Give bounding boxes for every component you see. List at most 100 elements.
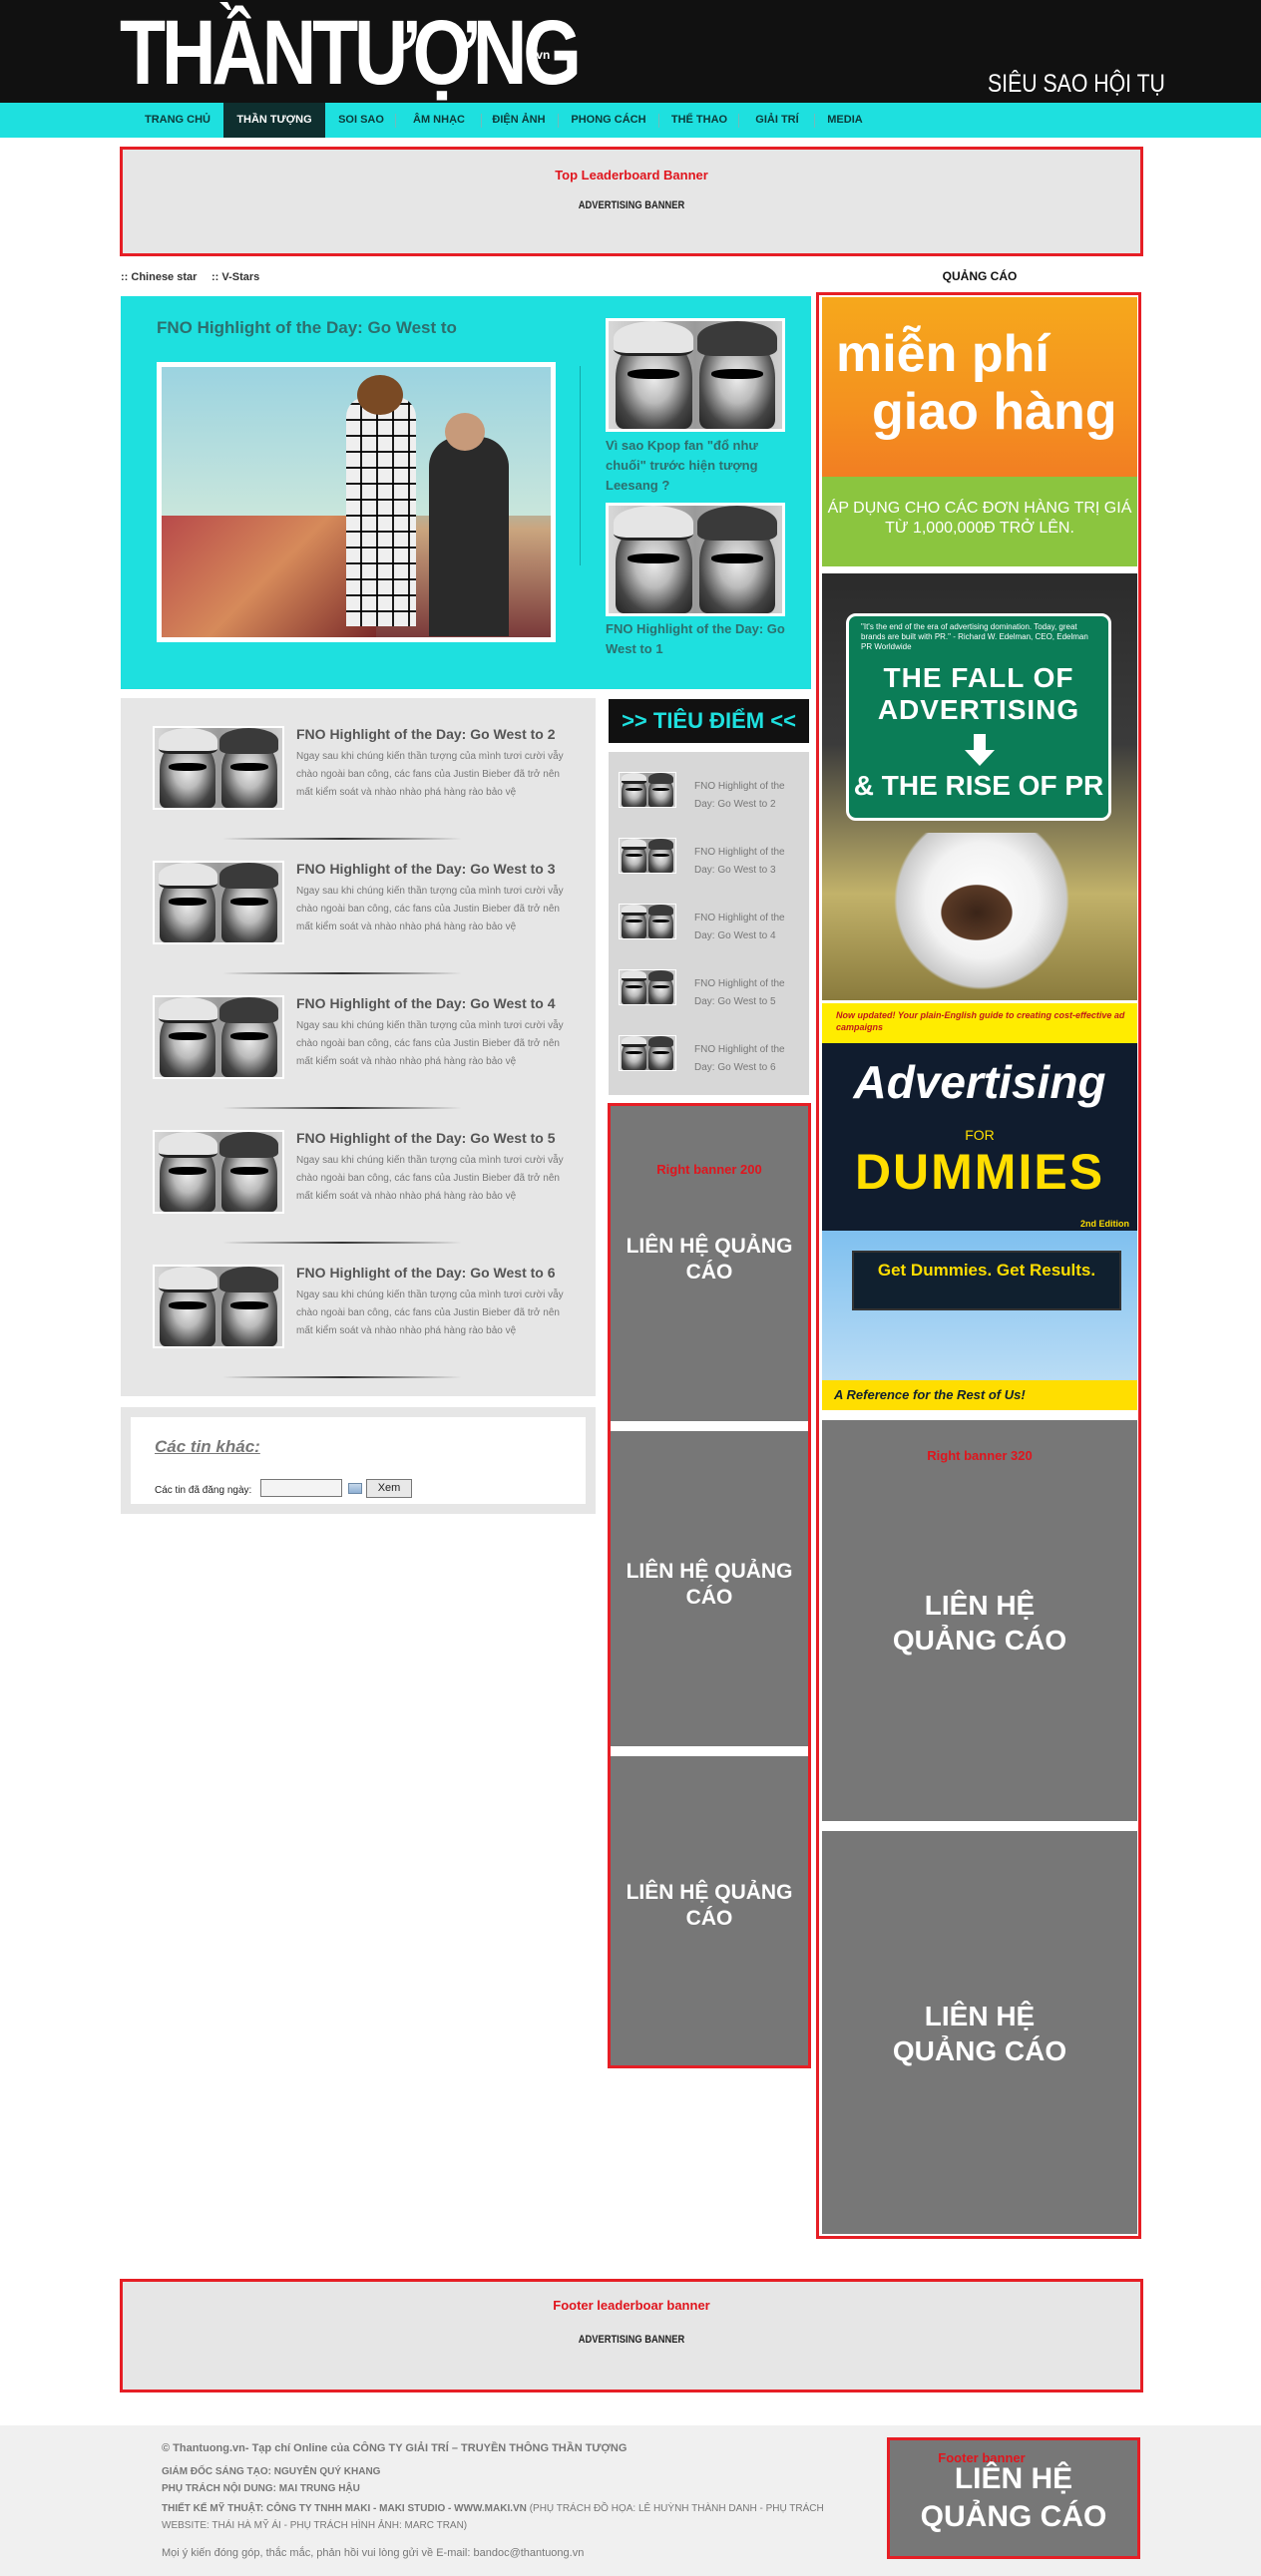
tieu-diem-title[interactable]: FNO Highlight of the Day: Go West to 5 <box>694 975 804 1011</box>
other-news-box: Các tin khác: Các tin đã đăng ngày: Xem <box>121 1407 596 1514</box>
breadcrumb-v-stars[interactable]: :: V-Stars <box>211 271 259 283</box>
list-item: FNO Highlight of the Day: Go West to 4 N… <box>153 995 572 1123</box>
breadcrumb-chinese-star[interactable]: :: Chinese star <box>121 271 197 283</box>
footer-copyright: © Thantuong.vn- Tạp chí Online của CÔNG … <box>162 2442 628 2454</box>
list-item[interactable]: FNO Highlight of the Day: Go West to 4 <box>619 896 808 945</box>
free-shipping-subad[interactable]: ÁP DỤNG CHO CÁC ĐƠN HÀNG TRỊ GIÁ TỪ 1,00… <box>822 477 1137 566</box>
news-thumbnail[interactable] <box>153 861 284 944</box>
news-summary: Ngay sau khi chúng kiến thần tượng của m… <box>296 751 564 798</box>
tieu-diem-list: FNO Highlight of the Day: Go West to 2 F… <box>609 752 809 1095</box>
side-story-thumbnail[interactable] <box>606 503 785 616</box>
tieu-diem-heading: >> TIÊU ĐIỂM << <box>609 699 809 743</box>
date-input[interactable] <box>260 1479 342 1497</box>
free-shipping-headline: miễn phí giao hàng <box>836 325 1117 441</box>
side-story-title[interactable]: Vì sao Kpop fan "đổ như chuối" trước hiệ… <box>606 436 795 496</box>
news-summary: Ngay sau khi chúng kiến thần tượng của m… <box>296 1155 564 1202</box>
site-header: THẦNTƯỢNG .vn SIÊU SAO HỘI TỤ <box>0 0 1261 103</box>
news-title[interactable]: FNO Highlight of the Day: Go West to 5 <box>296 1130 586 1146</box>
footer-leaderboard-banner[interactable]: Footer leaderboar banner ADVERTISING BAN… <box>120 2279 1143 2392</box>
footer-ad-slot[interactable]: Footer banner LIÊN HỆ QUẢNG CÁO <box>887 2437 1140 2559</box>
news-divider <box>222 838 462 840</box>
ad-slot-text: LIÊN HỆ QUẢNG CÁO <box>626 1560 793 1610</box>
news-title[interactable]: FNO Highlight of the Day: Go West to 4 <box>296 995 586 1011</box>
ads-heading: QUẢNG CÁO <box>942 269 1018 283</box>
right-banner-320[interactable]: Right banner 320 LIÊN HỆ QUẢNG CÁO <box>822 1420 1137 1821</box>
nav-trang-chu[interactable]: TRANG CHỦ <box>130 103 225 138</box>
ad-slot[interactable]: Right banner 200 LIÊN HỆ QUẢNG CÁO <box>611 1106 808 1421</box>
list-item: FNO Highlight of the Day: Go West to 3 N… <box>153 861 572 988</box>
puppet-dog-face <box>932 878 1022 947</box>
book-title-top: THE FALL OF ADVERTISING <box>877 662 1080 725</box>
fall-of-advertising-ad[interactable]: "It's the end of the era of advertising … <box>822 573 1137 1000</box>
nav-dien-anh[interactable]: ĐIỆN ẢNH <box>483 103 555 138</box>
list-item: FNO Highlight of the Day: Go West to 2 N… <box>153 726 572 854</box>
tieu-diem-title[interactable]: FNO Highlight of the Day: Go West to 2 <box>694 778 804 814</box>
footer-director: GIÁM ĐỐC SÁNG TẠO: NGUYỄN QUÝ KHANG <box>162 2466 381 2477</box>
ad-slot[interactable]: LIÊN HỆ QUẢNG CÁO <box>611 1431 808 1746</box>
nav-divider <box>481 114 482 128</box>
site-logo[interactable]: THẦNTƯỢNG <box>120 7 582 99</box>
right-banner-200: Right banner 200 LIÊN HỆ QUẢNG CÁO LIÊN … <box>608 1103 811 2068</box>
tieu-diem-title[interactable]: FNO Highlight of the Day: Go West to 4 <box>694 910 804 945</box>
top-leaderboard-banner[interactable]: Top Leaderboard Banner ADVERTISING BANNE… <box>120 147 1143 256</box>
nav-soi-sao[interactable]: SOI SAO <box>329 103 393 138</box>
nav-am-nhac[interactable]: ÂM NHẠC <box>399 103 479 138</box>
tieu-diem-thumbnail[interactable] <box>619 772 676 808</box>
news-thumbnail[interactable] <box>153 726 284 810</box>
ad-slot-text: LIÊN HỆ QUẢNG CÁO <box>920 2462 1107 2533</box>
ad-slot[interactable]: LIÊN HỆ QUẢNG CÁO <box>611 1756 808 2065</box>
banner-subtitle: ADVERTISING BANNER <box>578 199 685 211</box>
list-item: FNO Highlight of the Day: Go West to 6 N… <box>153 1265 572 1392</box>
featured-section: FNO Highlight of the Day: Go West to Vì … <box>121 296 811 689</box>
banner-title: Footer leaderboar banner <box>553 2298 710 2313</box>
list-item[interactable]: FNO Highlight of the Day: Go West to 5 <box>619 961 808 1011</box>
news-thumbnail[interactable] <box>153 1265 284 1348</box>
tieu-diem-thumbnail[interactable] <box>619 838 676 874</box>
list-item[interactable]: FNO Highlight of the Day: Go West to 2 <box>619 764 808 814</box>
free-shipping-ad[interactable]: miễn phí giao hàng <box>822 297 1137 477</box>
nav-divider <box>814 114 815 128</box>
nav-media[interactable]: MEDIA <box>816 103 874 138</box>
tieu-diem-thumbnail[interactable] <box>619 969 676 1005</box>
date-label: Các tin đã đăng ngày: <box>155 1485 252 1496</box>
ad-slot-text: LIÊN HỆ QUẢNG CÁO <box>626 1881 793 1931</box>
nav-giai-tri[interactable]: GIẢI TRÍ <box>742 103 812 138</box>
tieu-diem-thumbnail[interactable] <box>619 1035 676 1071</box>
other-news-title[interactable]: Các tin khác: <box>155 1437 260 1457</box>
news-thumbnail[interactable] <box>153 1130 284 1214</box>
nav-than-tuong[interactable]: THẦN TƯỢNG <box>223 103 325 138</box>
ad-slot-label: Right banner 200 <box>656 1162 762 1177</box>
tieu-diem-title[interactable]: FNO Highlight of the Day: Go West to 6 <box>694 1041 804 1077</box>
calendar-icon[interactable] <box>348 1483 362 1494</box>
book-title: Advertising <box>853 1056 1106 1108</box>
side-story-thumbnail[interactable] <box>606 318 785 432</box>
list-item: FNO Highlight of the Day: Go West to 5 N… <box>153 1130 572 1258</box>
featured-title[interactable]: FNO Highlight of the Day: Go West to <box>157 318 457 338</box>
featured-photo[interactable] <box>157 362 556 642</box>
nav-phong-cach[interactable]: PHONG CÁCH <box>561 103 656 138</box>
book-edition: 2nd Edition <box>1080 1219 1129 1229</box>
billboard-image: Get Dummies. Get Results. <box>822 1231 1137 1380</box>
news-list: FNO Highlight of the Day: Go West to 2 N… <box>121 698 596 1396</box>
footer-contact[interactable]: Mọi ý kiến đóng góp, thắc mắc, phản hồi … <box>162 2547 584 2559</box>
ad-slot[interactable]: LIÊN HỆ QUẢNG CÁO <box>822 1831 1137 2234</box>
nav-the-thao[interactable]: THỂ THAO <box>662 103 736 138</box>
nav-divider <box>558 114 559 128</box>
news-title[interactable]: FNO Highlight of the Day: Go West to 6 <box>296 1265 586 1281</box>
list-item[interactable]: FNO Highlight of the Day: Go West to 3 <box>619 830 808 880</box>
news-summary: Ngay sau khi chúng kiến thần tượng của m… <box>296 1289 564 1336</box>
tieu-diem-thumbnail[interactable] <box>619 904 676 939</box>
news-thumbnail[interactable] <box>153 995 284 1079</box>
news-title[interactable]: FNO Highlight of the Day: Go West to 2 <box>296 726 586 742</box>
other-news-inner: Các tin khác: Các tin đã đăng ngày: Xem <box>131 1417 586 1504</box>
logo-suffix: .vn <box>533 48 551 62</box>
news-title[interactable]: FNO Highlight of the Day: Go West to 3 <box>296 861 586 877</box>
side-story-title[interactable]: FNO Highlight of the Day: Go West to 1 <box>606 619 795 659</box>
list-item[interactable]: FNO Highlight of the Day: Go West to 6 <box>619 1027 808 1077</box>
billboard-text: Get Dummies. Get Results. <box>877 1261 1096 1280</box>
tieu-diem-title[interactable]: FNO Highlight of the Day: Go West to 3 <box>694 844 804 880</box>
billboard: Get Dummies. Get Results. <box>852 1251 1121 1310</box>
news-divider <box>222 1242 462 1244</box>
view-button[interactable]: Xem <box>366 1479 412 1498</box>
advertising-for-dummies-ad[interactable]: Now updated! Your plain-English guide to… <box>822 1003 1137 1410</box>
